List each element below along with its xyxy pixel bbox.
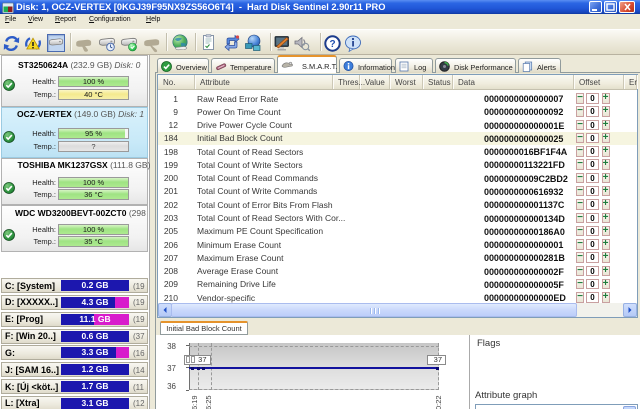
svg-text:?: ? bbox=[329, 39, 335, 50]
